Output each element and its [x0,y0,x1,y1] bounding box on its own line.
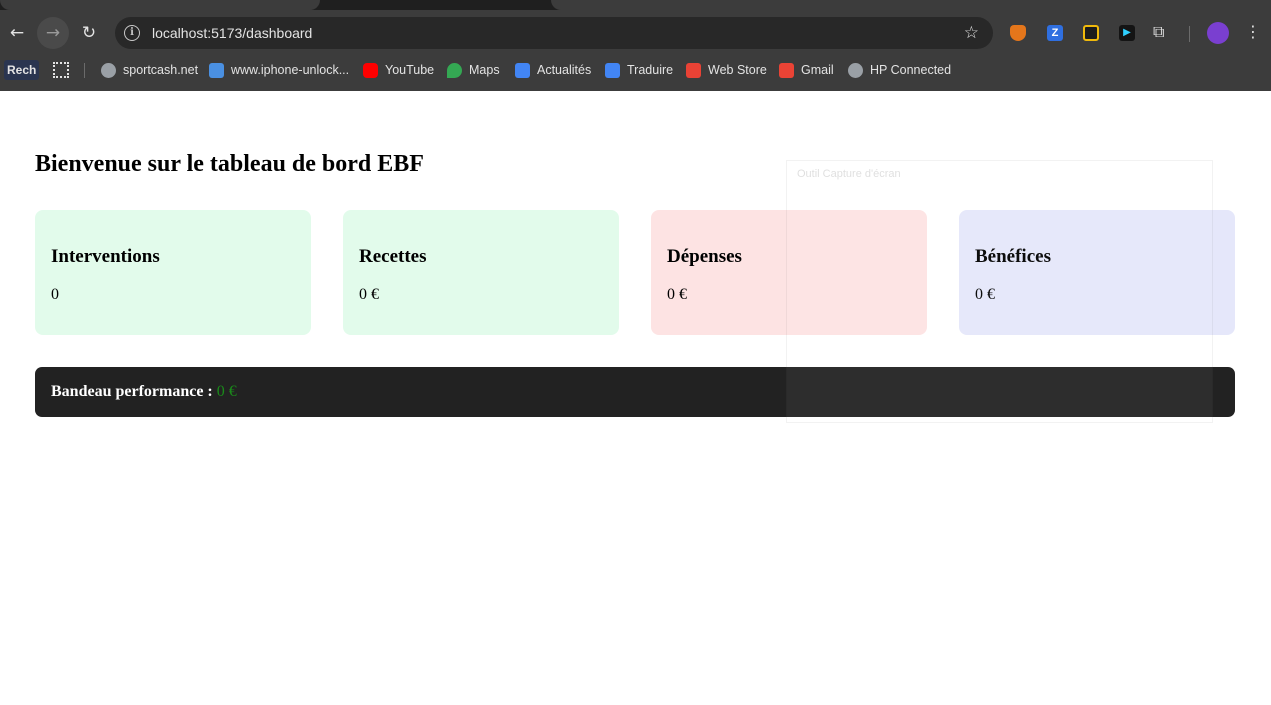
bookmark-iphone-unlock[interactable]: www.iphone-unlock... [209,57,349,83]
url-text[interactable]: localhost:5173/dashboard [152,17,312,49]
bookmark-hp-connected[interactable]: HP Connected [848,57,951,83]
card-value: 0 [51,286,59,303]
gmail-icon [779,62,794,78]
browser-toolbar: ← → ↻ i localhost:5173/dashboard ☆ Z ▶ ⧉… [0,10,1271,57]
site-info-icon[interactable]: i [124,25,140,41]
banner-text: Bandeau performance : 0 € [51,367,237,417]
apps-grid-icon[interactable] [53,62,69,78]
metamask-extension-icon[interactable] [1010,25,1026,41]
maps-icon [447,62,462,78]
forward-icon[interactable]: → [37,17,69,49]
tab-strip [0,0,1271,10]
dashboard-page: Bienvenue sur le tableau de bord EBF Int… [0,91,1271,705]
bookmarks-bar: Rech sportcash.net www.iphone-unlock... … [0,57,1271,91]
bookmark-label: Web Store [708,63,767,77]
globe-icon [101,62,116,78]
screen-capture-overlay: Outil Capture d'écran [786,160,1213,423]
bookmark-youtube[interactable]: YouTube [363,57,434,83]
card-value: 0 € [359,286,379,303]
page-title: Bienvenue sur le tableau de bord EBF [35,151,424,177]
bookmark-label: www.iphone-unlock... [231,63,350,77]
bookmark-label: HP Connected [870,63,952,77]
address-bar[interactable]: i localhost:5173/dashboard ☆ [115,17,993,49]
bookmark-web-store[interactable]: Web Store [686,57,767,83]
play-extension-icon[interactable]: ▶ [1119,25,1135,41]
bookmark-gmail[interactable]: Gmail [779,57,834,83]
bookmark-sportcash[interactable]: sportcash.net [101,57,198,83]
stat-card-recettes: Recettes 0 € [343,210,619,335]
bookmark-label: sportcash.net [123,63,199,77]
webstore-icon [686,62,701,78]
profile-avatar-icon[interactable] [1207,22,1229,44]
news-icon [515,62,530,78]
bookmark-traduire[interactable]: Traduire [605,57,673,83]
bookmarks-divider [84,63,85,78]
card-title: Dépenses [667,246,742,267]
bookmark-label: Gmail [801,63,834,77]
back-icon[interactable]: ← [1,17,33,49]
bookmark-label: Actualités [537,63,592,77]
bookmark-label: Traduire [627,63,674,77]
banner-label: Bandeau performance : [51,383,213,400]
cube-extension-icon[interactable] [1083,25,1099,41]
reload-icon[interactable]: ↻ [73,17,105,49]
search-chip[interactable]: Rech [4,60,40,80]
translate-icon [605,62,620,78]
bookmark-star-icon[interactable]: ☆ [964,17,979,49]
browser-tab-active[interactable] [0,0,320,10]
menu-kebab-icon[interactable]: ⋮ [1245,21,1261,43]
image-icon [209,62,224,78]
z-extension-icon[interactable]: Z [1047,25,1063,41]
bookmark-label: YouTube [385,63,435,77]
card-value: 0 € [667,286,687,303]
card-title: Interventions [51,246,160,267]
youtube-icon [363,62,378,78]
bookmark-label: Maps [469,63,500,77]
globe-icon [848,62,863,78]
card-title: Recettes [359,246,427,267]
bookmark-actualites[interactable]: Actualités [515,57,591,83]
banner-value: 0 € [216,383,237,400]
stat-card-interventions: Interventions 0 [35,210,311,335]
toolbar-divider [1189,26,1190,42]
browser-tab[interactable] [551,0,1271,10]
extensions-puzzle-icon[interactable]: ⧉ [1153,22,1164,42]
capture-tool-label: Outil Capture d'écran [797,168,901,180]
bookmark-maps[interactable]: Maps [447,57,500,83]
